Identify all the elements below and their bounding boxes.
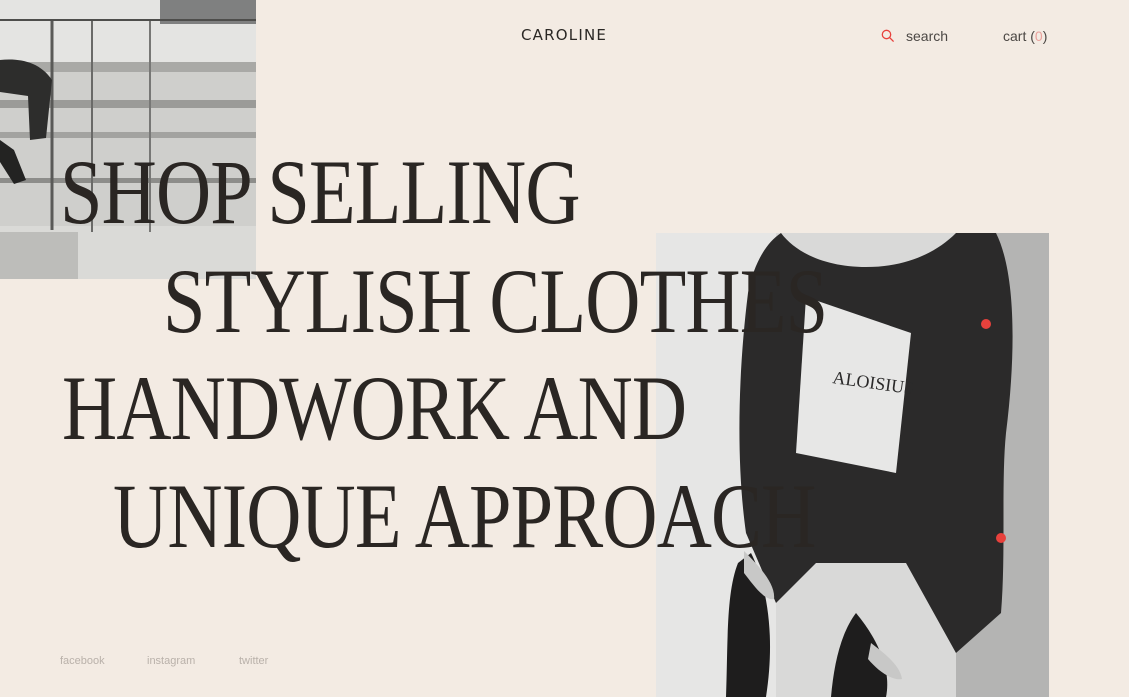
accent-dot-1 xyxy=(981,319,991,329)
street-photo xyxy=(0,0,256,279)
twitter-link[interactable]: twitter xyxy=(239,655,268,667)
search-button[interactable]: search xyxy=(881,28,948,44)
instagram-link[interactable]: instagram xyxy=(147,655,195,667)
search-label: search xyxy=(906,28,949,44)
cart-button[interactable]: cart (0) xyxy=(1003,28,1047,44)
cart-close-paren: ) xyxy=(1042,28,1048,44)
brand-logo[interactable]: CAROLINE xyxy=(521,26,607,44)
cart-label: cart xyxy=(1003,28,1027,44)
search-icon xyxy=(881,29,895,43)
accent-dot-2 xyxy=(996,533,1006,543)
page: ALOISIUS CAROLINE search cart (0) SHOP S… xyxy=(0,0,1129,697)
facebook-link[interactable]: facebook xyxy=(60,655,105,667)
model-photo: ALOISIUS xyxy=(656,233,1049,697)
headline-line-3: HANDWORK AND xyxy=(62,357,687,459)
cart-count: 0 xyxy=(1034,28,1043,44)
